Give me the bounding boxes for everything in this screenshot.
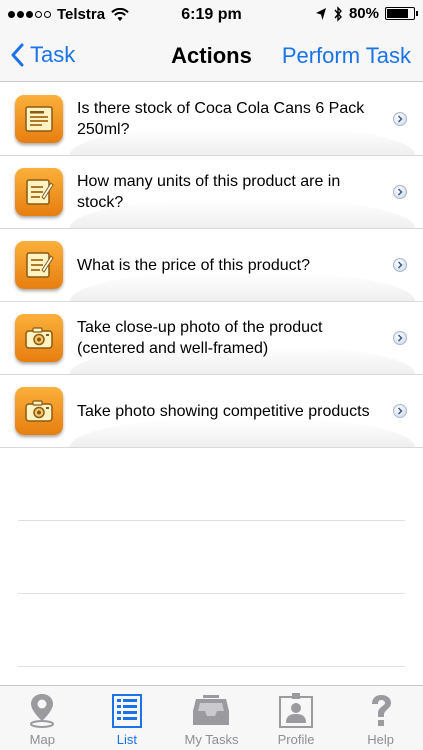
chevron-right-icon[interactable] [393,258,407,272]
tab-label: Help [367,732,395,747]
tab-help[interactable]: Help [338,686,423,750]
list-item-text: How many units of this product are in st… [77,173,341,211]
list-item[interactable]: What is the price of this product? [0,229,423,302]
map-pin-icon [30,694,55,728]
status-bar: Telstra 6:19 pm 80% [0,0,423,30]
back-button-label: Task [30,42,76,67]
list-item-text: Take close-up photo of the product (cent… [77,319,323,357]
tab-profile[interactable]: Profile [254,686,339,750]
bluetooth-icon [334,5,342,22]
tab-list[interactable]: List [85,686,170,750]
status-right: 80% [315,5,418,22]
list-item-text: What is the price of this product? [77,256,310,274]
screen: Telstra 6:19 pm 80% Task Actions Perform… [0,0,423,750]
list-item[interactable]: Is there stock of Coca Cola Cans 6 Pack … [0,83,423,156]
tab-label: Profile [277,732,315,747]
list-item-text: Take photo showing competitive products [77,402,370,420]
chevron-right-icon[interactable] [393,112,407,126]
location-arrow-icon [315,7,326,20]
inbox-tray-icon [193,695,230,725]
list-item[interactable]: How many units of this product are in st… [0,156,423,229]
navigation-bar: Task Actions Perform Task [0,30,423,82]
notepad-icon [15,241,63,289]
camera-icon [15,314,63,362]
id-card-icon [279,693,314,728]
perform-task-button[interactable]: Perform Task [282,43,411,69]
back-button[interactable]: Task [10,42,75,68]
tab-bar: Map List My Tasks Profile Help [0,685,423,750]
empty-row-divider [18,448,405,521]
chevron-right-icon[interactable] [393,331,407,345]
actions-list: Is there stock of Coca Cola Cans 6 Pack … [0,83,423,667]
tab-map[interactable]: Map [0,686,85,750]
chevron-left-icon [11,43,24,67]
list-item[interactable]: Take close-up photo of the product (cent… [0,302,423,375]
chevron-right-icon[interactable] [393,404,407,418]
chevron-right-icon[interactable] [393,185,407,199]
battery-icon [385,7,418,20]
tab-label: Map [29,732,55,747]
camera-icon [15,387,63,435]
battery-fill [387,9,408,18]
notepad-icon [15,168,63,216]
tab-label: List [116,732,137,747]
question-mark-icon [371,695,391,726]
list-icon [111,694,142,728]
signal-strength-icon [8,11,51,18]
status-left: Telstra [8,6,129,23]
empty-row-divider [18,521,405,594]
tab-my-tasks[interactable]: My Tasks [169,686,254,750]
tab-label: My Tasks [184,732,239,747]
wifi-icon [111,7,129,21]
list-item[interactable]: Take photo showing competitive products [0,375,423,448]
list-item-text: Is there stock of Coca Cola Cans 6 Pack … [77,100,365,138]
form-icon [15,95,63,143]
empty-row-divider [18,594,405,667]
carrier-name: Telstra [57,6,106,23]
battery-percent: 80% [348,5,379,22]
